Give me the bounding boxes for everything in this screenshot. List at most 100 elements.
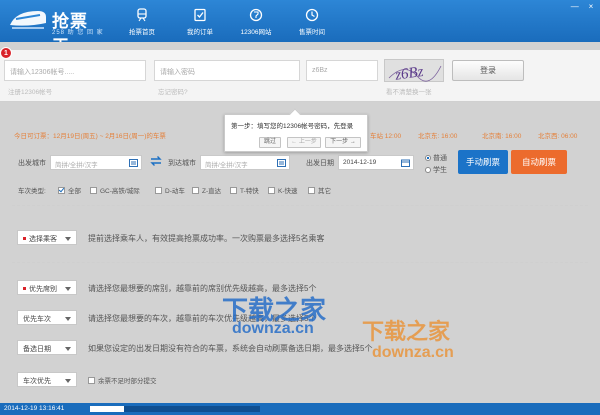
- train-type-gc[interactable]: GC-高铁/城际: [90, 185, 140, 195]
- radio-normal[interactable]: 普通: [425, 153, 447, 163]
- nav-12306[interactable]: 12306网站: [226, 8, 286, 40]
- nav-orders-label: 我的订单: [187, 29, 213, 36]
- train-type-all[interactable]: 全部: [58, 185, 81, 195]
- radio-student-label: 学生: [433, 167, 447, 174]
- required-marker: [23, 287, 26, 290]
- status-progress: [90, 406, 260, 412]
- train-type-k[interactable]: K-快速: [268, 185, 298, 195]
- radio-normal-label: 普通: [433, 155, 447, 162]
- globe-icon: [249, 8, 263, 22]
- tooltip-next-button[interactable]: 下一步 →: [325, 137, 361, 148]
- passenger-description: 提前选择乘车人，有效提高抢票成功率。一次购票最多选择5名乘客: [88, 234, 325, 243]
- checkbox-gc: [90, 187, 97, 194]
- nav-home[interactable]: 抢票首页: [112, 8, 172, 40]
- train-type-t[interactable]: T-特快: [230, 185, 259, 195]
- train-icon: [137, 8, 147, 22]
- partial-submit-checkbox[interactable]: 余票不足时部分提交: [88, 375, 157, 385]
- nav-sale-time-label: 售票时间: [299, 29, 325, 36]
- checklist-icon: [194, 8, 206, 22]
- watermark-en-2: downza.cn: [372, 344, 454, 361]
- to-city-label: 到达城市: [168, 160, 196, 167]
- backup-date-description: 如果您设定的出发日期没有符合的车票，系统会自动刷票备选日期，最多选择5个: [88, 344, 373, 353]
- captcha-graphic: z6Bz: [388, 64, 442, 84]
- login-panel: 请输入12306帐号..... 请输入密码 z6Bz z6Bz 登录 注册123…: [0, 50, 600, 102]
- account-placeholder: 请输入12306帐号.....: [10, 69, 75, 76]
- keyboard-icon: [129, 159, 138, 167]
- priority-mode-select[interactable]: 车次优先: [17, 372, 77, 387]
- train-type-other[interactable]: 其它: [308, 185, 331, 195]
- priority-mode-label: 车次优先: [23, 378, 51, 385]
- train-type-k-label: K-快速: [278, 188, 298, 195]
- guide-tooltip: 第一步：填写您的12306帐号密码，先登录 跳过 ← 上一步 下一步 →: [224, 108, 368, 152]
- train-type-other-label: 其它: [318, 188, 331, 195]
- train-type-z[interactable]: Z-直达: [192, 185, 221, 195]
- select-passenger-label: 选择乘客: [29, 236, 57, 243]
- from-city-placeholder: 简拼/全拼/汉字: [55, 162, 98, 169]
- captcha-input[interactable]: z6Bz: [306, 60, 378, 81]
- train-priority-label: 优先车次: [23, 316, 51, 323]
- date-value: 2014-12-19: [343, 159, 377, 166]
- register-link[interactable]: 注册12306帐号: [8, 86, 52, 96]
- to-city-input[interactable]: 简拼/全拼/汉字: [200, 155, 290, 170]
- date-label: 出发日期: [306, 160, 334, 167]
- checkbox-other: [308, 187, 315, 194]
- app-header: 抢票王 258 助 您 回 家 抢票首页 我的订单 12306网站 售票时间 —…: [0, 0, 600, 56]
- minimize-button[interactable]: —: [570, 2, 580, 12]
- notice-station-3: 北京南: 16:00: [482, 133, 522, 140]
- tooltip-skip-button[interactable]: 跳过: [259, 137, 281, 148]
- chevron-down-icon: [65, 347, 71, 351]
- password-input[interactable]: 请输入密码: [154, 60, 300, 81]
- from-city-input[interactable]: 简拼/全拼/汉字: [50, 155, 142, 170]
- nav-sale-time[interactable]: 售票时间: [282, 8, 342, 40]
- keyboard-icon: [277, 159, 286, 167]
- swap-cities-icon[interactable]: [150, 155, 162, 167]
- select-passenger-button[interactable]: 选择乘客: [17, 230, 77, 245]
- train-type-d[interactable]: D-动车: [155, 185, 185, 195]
- window-controls: — ×: [566, 2, 596, 12]
- checkbox-partial: [88, 377, 95, 384]
- tooltip-prev-button[interactable]: ← 上一步: [287, 137, 321, 148]
- partial-submit-label: 余票不足时部分提交: [98, 378, 157, 385]
- train-type-label: 车次类型:: [18, 188, 46, 195]
- auto-refresh-button[interactable]: 自动刷票: [511, 150, 567, 174]
- watermark-en: downza.cn: [232, 320, 314, 337]
- status-bar: 2014-12-19 13:16:41: [0, 403, 600, 415]
- chevron-down-icon: [65, 287, 71, 291]
- notice-station-1: 车站 12:00: [370, 133, 402, 140]
- chevron-down-icon: [65, 237, 71, 241]
- clock-icon: [305, 8, 319, 22]
- train-priority-button[interactable]: 优先车次: [17, 310, 77, 325]
- refresh-captcha-link[interactable]: 看不清楚换一张: [386, 86, 432, 96]
- backup-date-label: 备选日期: [23, 346, 51, 353]
- backup-date-button[interactable]: 备选日期: [17, 340, 77, 355]
- forgot-password-link[interactable]: 忘记密码?: [158, 86, 188, 96]
- date-input[interactable]: 2014-12-19: [338, 155, 414, 170]
- to-city-placeholder: 简拼/全拼/汉字: [205, 162, 248, 169]
- calendar-icon: [401, 159, 410, 167]
- captcha-image[interactable]: z6Bz: [384, 59, 444, 84]
- nav-orders[interactable]: 我的订单: [170, 8, 230, 40]
- radio-student[interactable]: 学生: [425, 165, 447, 175]
- status-timestamp: 2014-12-19 13:16:41: [4, 405, 65, 412]
- account-input[interactable]: 请输入12306帐号.....: [4, 60, 146, 81]
- notice-station-4: 北京西: 06:00: [538, 133, 578, 140]
- train-logo-icon: [10, 11, 46, 29]
- close-button[interactable]: ×: [586, 2, 596, 12]
- watermark-cn-2: 下载之家: [362, 319, 451, 344]
- step-badge: 1: [0, 47, 12, 59]
- tooltip-message: 第一步：填写您的12306帐号密码，先登录: [231, 123, 354, 130]
- radio-student-dot: [425, 167, 431, 173]
- train-type-gc-label: GC-高铁/城际: [100, 188, 140, 195]
- train-type-d-label: D-动车: [165, 188, 185, 195]
- captcha-value: z6Bz: [312, 67, 328, 74]
- checkbox-z: [192, 187, 199, 194]
- divider: [12, 205, 588, 206]
- seat-priority-button[interactable]: 优先席别: [17, 280, 77, 295]
- manual-refresh-button[interactable]: 手动刷票: [458, 150, 508, 174]
- chevron-down-icon: [65, 317, 71, 321]
- login-button[interactable]: 登录: [452, 60, 524, 81]
- checkbox-t: [230, 187, 237, 194]
- train-type-t-label: T-特快: [240, 188, 259, 195]
- checkbox-k: [268, 187, 275, 194]
- train-type-all-label: 全部: [68, 188, 81, 195]
